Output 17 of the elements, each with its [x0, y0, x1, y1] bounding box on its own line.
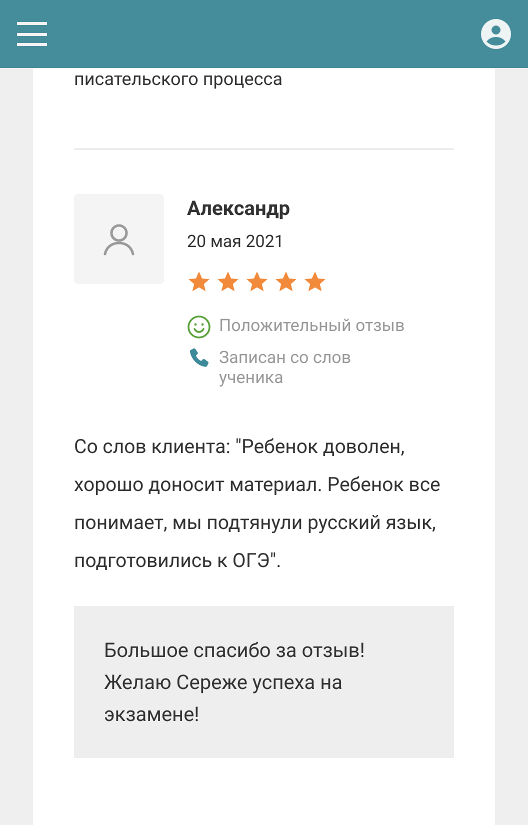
profile-icon[interactable] [481, 19, 511, 49]
author-name: Александр [187, 195, 292, 222]
star-icon [216, 270, 240, 294]
star-icon [245, 270, 269, 294]
reply-text: Большое спасибо за отзыв! Желаю Сереже успеха на экзамене! [104, 636, 366, 728]
tag-label: Положительный отзыв [219, 315, 405, 338]
review-text: Со слов клиента: "Ребенок доволен, хорошо доносит материал. Ребенок все понимает, мы подтянули русский язык, подготовились к ОГЭ". [74, 434, 442, 574]
phone-icon [187, 346, 211, 370]
person-icon [102, 222, 136, 256]
smiley-icon [187, 314, 211, 339]
review-date: 20 мая 2021 [187, 231, 285, 254]
star-icon [187, 270, 211, 294]
previous-text: писательского процесса [74, 70, 284, 90]
menu-icon[interactable] [17, 22, 47, 46]
star-icon [274, 270, 298, 294]
tag-label: Записан со слов ученика [219, 348, 352, 388]
star-icon [303, 270, 327, 294]
